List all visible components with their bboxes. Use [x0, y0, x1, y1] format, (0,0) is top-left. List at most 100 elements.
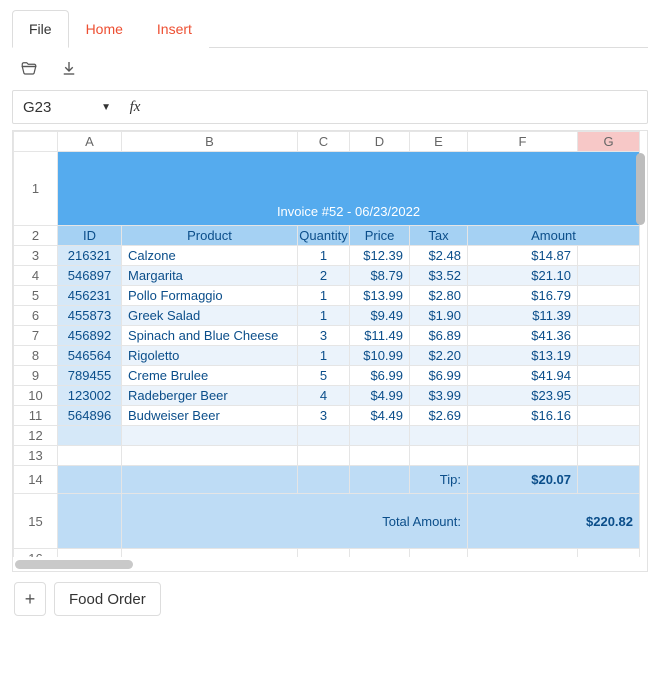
cell-product[interactable]: Rigoletto	[122, 346, 298, 366]
cell-empty[interactable]	[578, 426, 640, 446]
cell-empty[interactable]	[578, 246, 640, 266]
row-header-13[interactable]: 13	[14, 446, 58, 466]
col-header-G[interactable]: G	[578, 132, 640, 152]
cell-empty[interactable]	[298, 549, 350, 558]
cell-tax[interactable]: $1.90	[410, 306, 468, 326]
download-button[interactable]	[58, 58, 80, 78]
cell-qty[interactable]: 3	[298, 326, 350, 346]
cell-price[interactable]: $12.39	[350, 246, 410, 266]
col-header-E[interactable]: E	[410, 132, 468, 152]
cell-empty[interactable]	[410, 446, 468, 466]
add-sheet-button[interactable]: +	[14, 582, 46, 616]
cell-qty[interactable]: 1	[298, 346, 350, 366]
row-header-14[interactable]: 14	[14, 466, 58, 494]
hdr-price[interactable]: Price	[350, 226, 410, 246]
vertical-scrollbar-thumb[interactable]	[636, 153, 645, 225]
cell-empty[interactable]	[122, 426, 298, 446]
cell-qty[interactable]: 1	[298, 306, 350, 326]
cell-empty[interactable]	[122, 446, 298, 466]
cell-qty[interactable]: 4	[298, 386, 350, 406]
cell-qty[interactable]: 1	[298, 246, 350, 266]
cell-empty[interactable]	[298, 426, 350, 446]
select-all-corner[interactable]	[14, 132, 58, 152]
cell-empty[interactable]	[468, 426, 578, 446]
cell-tax[interactable]: $2.20	[410, 346, 468, 366]
invoice-title-cell[interactable]: Invoice #52 - 06/23/2022	[58, 152, 640, 226]
cell-id[interactable]: 455873	[58, 306, 122, 326]
row-header-10[interactable]: 10	[14, 386, 58, 406]
cell-empty[interactable]	[350, 446, 410, 466]
cell-tax[interactable]: $6.99	[410, 366, 468, 386]
row-header-4[interactable]: 4	[14, 266, 58, 286]
cell-id[interactable]: 123002	[58, 386, 122, 406]
cell-product[interactable]: Margarita	[122, 266, 298, 286]
row-header-11[interactable]: 11	[14, 406, 58, 426]
cell-qty[interactable]: 2	[298, 266, 350, 286]
cell-empty[interactable]	[58, 549, 122, 558]
cell-id[interactable]: 546564	[58, 346, 122, 366]
row-header-12[interactable]: 12	[14, 426, 58, 446]
row-header-9[interactable]: 9	[14, 366, 58, 386]
cell-empty[interactable]	[58, 426, 122, 446]
cell-amount[interactable]: $13.19	[468, 346, 578, 366]
row-header-3[interactable]: 3	[14, 246, 58, 266]
cell-tax[interactable]: $2.48	[410, 246, 468, 266]
cell-empty[interactable]	[350, 426, 410, 446]
hdr-qty[interactable]: Quantity	[298, 226, 350, 246]
cell-empty[interactable]	[578, 326, 640, 346]
cell-price[interactable]: $8.79	[350, 266, 410, 286]
cell-price[interactable]: $9.49	[350, 306, 410, 326]
cell-tax[interactable]: $3.99	[410, 386, 468, 406]
cell-product[interactable]: Greek Salad	[122, 306, 298, 326]
cell-empty[interactable]	[578, 406, 640, 426]
cell-empty[interactable]	[58, 446, 122, 466]
hdr-id[interactable]: ID	[58, 226, 122, 246]
cell-empty[interactable]	[578, 366, 640, 386]
cell-product[interactable]: Creme Brulee	[122, 366, 298, 386]
cell-amount[interactable]: $41.94	[468, 366, 578, 386]
cell-empty[interactable]	[410, 426, 468, 446]
cell-amount[interactable]: $14.87	[468, 246, 578, 266]
tip-value[interactable]: $20.07	[468, 466, 578, 494]
row-header-7[interactable]: 7	[14, 326, 58, 346]
cell-id[interactable]: 456892	[58, 326, 122, 346]
cell-id[interactable]: 546897	[58, 266, 122, 286]
cell-empty[interactable]	[578, 386, 640, 406]
cell-amount[interactable]: $16.79	[468, 286, 578, 306]
cell-qty[interactable]: 3	[298, 406, 350, 426]
cell-tax[interactable]: $2.80	[410, 286, 468, 306]
row-header-1[interactable]: 1	[14, 152, 58, 226]
cell-empty[interactable]	[122, 466, 298, 494]
col-header-C[interactable]: C	[298, 132, 350, 152]
row-header-8[interactable]: 8	[14, 346, 58, 366]
cell-price[interactable]: $6.99	[350, 366, 410, 386]
row-header-16[interactable]: 16	[14, 549, 58, 558]
hdr-amount[interactable]: Amount	[468, 226, 640, 246]
cell-id[interactable]: 564896	[58, 406, 122, 426]
col-header-B[interactable]: B	[122, 132, 298, 152]
cell-empty[interactable]	[578, 466, 640, 494]
cell-price[interactable]: $4.99	[350, 386, 410, 406]
formula-input[interactable]	[149, 91, 647, 123]
cell-amount[interactable]: $16.16	[468, 406, 578, 426]
cell-amount[interactable]: $21.10	[468, 266, 578, 286]
cell-empty[interactable]	[350, 549, 410, 558]
open-file-button[interactable]	[18, 58, 40, 78]
cell-empty[interactable]	[58, 494, 122, 549]
cell-tax[interactable]: $2.69	[410, 406, 468, 426]
col-header-D[interactable]: D	[350, 132, 410, 152]
cell-empty[interactable]	[578, 306, 640, 326]
row-header-2[interactable]: 2	[14, 226, 58, 246]
cell-product[interactable]: Spinach and Blue Cheese	[122, 326, 298, 346]
cell-empty[interactable]	[578, 549, 640, 558]
horizontal-scrollbar-thumb[interactable]	[15, 560, 133, 569]
cell-product[interactable]: Pollo Formaggio	[122, 286, 298, 306]
cell-empty[interactable]	[578, 346, 640, 366]
cell-tax[interactable]: $3.52	[410, 266, 468, 286]
cell-empty[interactable]	[350, 466, 410, 494]
cell-price[interactable]: $13.99	[350, 286, 410, 306]
grid-scroll[interactable]: A B C D E F G 1 Invoice #52 - 06/23/2022…	[13, 131, 647, 557]
horizontal-scrollbar[interactable]	[13, 557, 647, 571]
cell-id[interactable]: 216321	[58, 246, 122, 266]
hdr-tax[interactable]: Tax	[410, 226, 468, 246]
